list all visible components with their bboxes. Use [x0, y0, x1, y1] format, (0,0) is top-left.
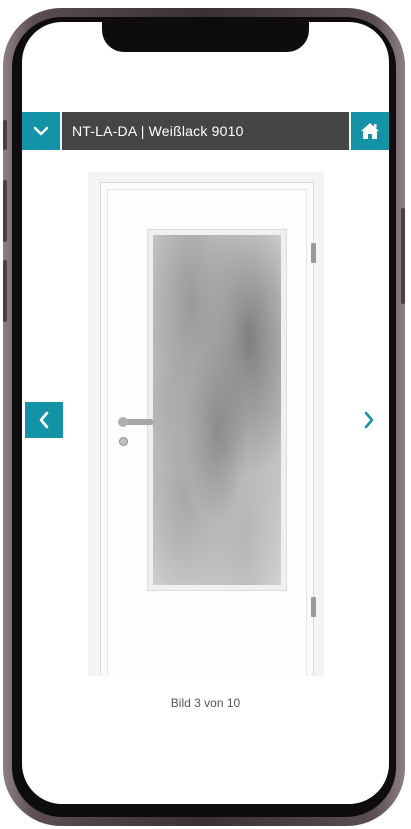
- previous-image-button[interactable]: [25, 402, 63, 438]
- door-leaf: [107, 189, 307, 676]
- chevron-left-icon: [39, 411, 49, 429]
- handle-rose: [118, 417, 128, 427]
- frosted-glass-panel: [147, 229, 287, 591]
- home-button[interactable]: [349, 112, 389, 150]
- product-title: NT-LA-DA | Weißlack 9010: [72, 123, 244, 139]
- top-bar: NT-LA-DA | Weißlack 9010: [22, 112, 389, 150]
- image-counter: Bild 3 von 10: [170, 696, 241, 710]
- screen: NT-LA-DA | Weißlack 9010 Bild 3 von 10: [22, 22, 389, 804]
- menu-toggle-button[interactable]: [22, 112, 62, 150]
- product-image: [88, 172, 324, 676]
- keyhole-icon: [119, 437, 128, 446]
- door-frame: [100, 182, 316, 676]
- volume-down-button: [3, 260, 7, 322]
- chevron-down-icon: [33, 126, 49, 136]
- notch: [102, 22, 309, 52]
- chevron-right-icon: [364, 411, 374, 429]
- next-image-button[interactable]: [354, 402, 384, 438]
- power-button: [401, 208, 405, 304]
- hinge-bottom: [311, 597, 316, 617]
- volume-up-button: [3, 180, 7, 242]
- home-icon: [361, 123, 379, 139]
- hinge-top: [311, 243, 316, 263]
- mute-switch: [3, 120, 7, 150]
